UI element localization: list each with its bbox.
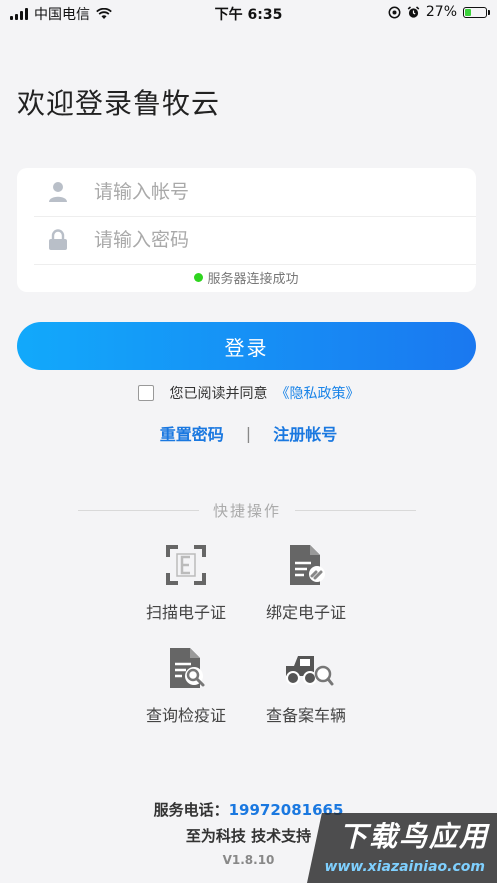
- quick-action-query[interactable]: 查询检疫证: [126, 646, 246, 726]
- status-bar: 中国电信 下午 6:35 27%: [0, 0, 497, 26]
- link-separator: |: [245, 423, 252, 443]
- agreement-row: 您已阅读并同意 《隐私政策》: [0, 383, 497, 403]
- quick-actions-title: 快捷操作: [213, 502, 282, 520]
- alarm-icon: [407, 5, 420, 18]
- connection-status-text: 服务器连接成功: [207, 272, 299, 287]
- quick-action-label: 查备案车辆: [265, 706, 346, 725]
- login-button[interactable]: 登录: [17, 322, 476, 370]
- account-row: [34, 168, 476, 217]
- location-lock-icon: [388, 6, 401, 18]
- agreement-text: 您已阅读并同意: [169, 386, 268, 402]
- password-input[interactable]: [92, 228, 426, 252]
- quick-action-label: 绑定电子证: [265, 603, 346, 622]
- register-link[interactable]: 注册帐号: [273, 421, 337, 445]
- battery-icon: [463, 6, 490, 18]
- phone-label: 服务电话：: [153, 801, 229, 819]
- lock-icon: [44, 226, 72, 254]
- watermark-url: www.xiazainiao.com: [324, 859, 485, 875]
- page-title: 欢迎登录鲁牧云: [17, 87, 221, 120]
- account-input[interactable]: [92, 180, 426, 204]
- quick-actions-heading: 快捷操作: [78, 500, 417, 521]
- status-right: 27%: [388, 4, 490, 20]
- divider: [295, 510, 417, 511]
- truck-search-icon: [284, 646, 334, 690]
- divider: [78, 510, 199, 511]
- quick-action-label: 扫描电子证: [145, 603, 226, 622]
- status-dot-icon: [194, 273, 204, 282]
- watermark-title: 下载鸟应用: [338, 820, 489, 853]
- reset-password-link[interactable]: 重置密码: [160, 421, 224, 445]
- scan-e-icon: [164, 543, 208, 587]
- quick-action-label: 查询检疫证: [145, 706, 226, 725]
- password-row: [34, 216, 476, 265]
- connection-status: 服务器连接成功: [17, 268, 476, 287]
- quick-action-bind[interactable]: 绑定电子证: [246, 543, 366, 623]
- battery-percent: 27%: [425, 4, 457, 20]
- login-form-card: 服务器连接成功: [17, 168, 476, 292]
- account-links: 重置密码 | 注册帐号: [0, 421, 497, 445]
- quick-action-scan[interactable]: 扫描电子证: [126, 543, 246, 623]
- user-icon: [44, 178, 72, 206]
- search-doc-icon: [164, 646, 208, 690]
- agree-checkbox[interactable]: [137, 385, 154, 401]
- bind-doc-icon: [284, 543, 328, 587]
- quick-action-vehicle[interactable]: 查备案车辆: [246, 646, 366, 726]
- privacy-policy-link[interactable]: 《隐私政策》: [276, 383, 360, 403]
